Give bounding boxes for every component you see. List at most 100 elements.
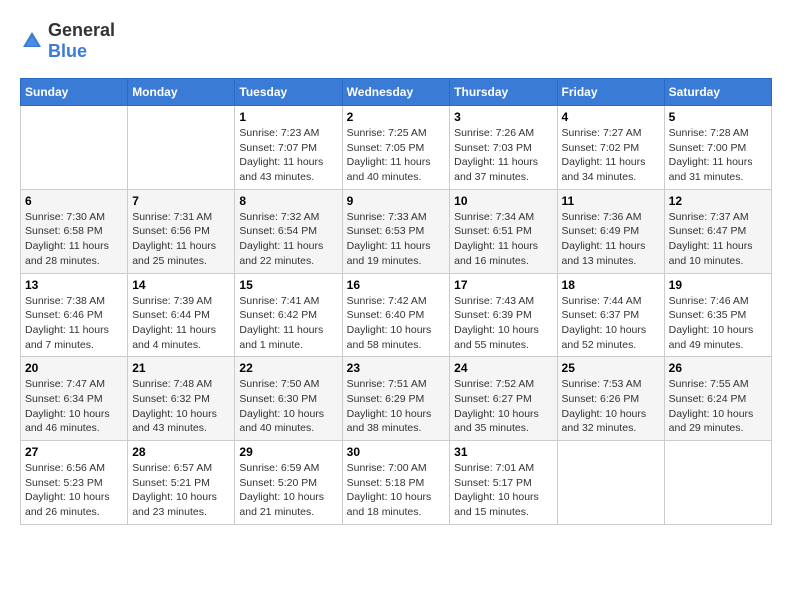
calendar-cell: 8 Sunrise: 7:32 AM Sunset: 6:54 PM Daylig…	[235, 189, 342, 273]
weekday-header-sunday: Sunday	[21, 79, 128, 106]
day-info: Sunrise: 7:55 AM Sunset: 6:24 PM Dayligh…	[669, 377, 767, 436]
calendar-week-row: 20 Sunrise: 7:47 AM Sunset: 6:34 PM Dayli…	[21, 357, 772, 441]
day-number: 9	[347, 194, 446, 208]
calendar-cell: 27 Sunrise: 6:56 AM Sunset: 5:23 PM Dayli…	[21, 441, 128, 525]
calendar-cell: 10Sunrise: 7:34 AM Sunset: 6:51 PM Dayli…	[450, 189, 557, 273]
day-info: Sunrise: 7:34 AM Sunset: 6:51 PM Dayligh…	[454, 210, 552, 269]
calendar-cell: 14 Sunrise: 7:39 AM Sunset: 6:44 PM Dayli…	[128, 273, 235, 357]
page-header: General Blue	[20, 20, 772, 62]
day-number: 18	[562, 278, 660, 292]
day-number: 20	[25, 361, 123, 375]
day-number: 7	[132, 194, 230, 208]
calendar-cell: 2 Sunrise: 7:25 AM Sunset: 7:05 PM Daylig…	[342, 106, 450, 190]
calendar-cell: 12Sunrise: 7:37 AM Sunset: 6:47 PM Dayli…	[664, 189, 771, 273]
weekday-header-saturday: Saturday	[664, 79, 771, 106]
day-number: 23	[347, 361, 446, 375]
calendar-cell: 11 Sunrise: 7:36 AM Sunset: 6:49 PM Dayli…	[557, 189, 664, 273]
calendar-cell: 21 Sunrise: 7:48 AM Sunset: 6:32 PM Dayli…	[128, 357, 235, 441]
day-info: Sunrise: 7:36 AM Sunset: 6:49 PM Dayligh…	[562, 210, 660, 269]
calendar-cell: 25 Sunrise: 7:53 AM Sunset: 6:26 PM Dayli…	[557, 357, 664, 441]
day-info: Sunrise: 7:48 AM Sunset: 6:32 PM Dayligh…	[132, 377, 230, 436]
calendar-cell	[664, 441, 771, 525]
day-number: 6	[25, 194, 123, 208]
calendar-cell: 30 Sunrise: 7:00 AM Sunset: 5:18 PM Dayli…	[342, 441, 450, 525]
day-number: 30	[347, 445, 446, 459]
logo-general: General	[48, 20, 115, 40]
calendar-cell: 24 Sunrise: 7:52 AM Sunset: 6:27 PM Dayli…	[450, 357, 557, 441]
day-info: Sunrise: 7:53 AM Sunset: 6:26 PM Dayligh…	[562, 377, 660, 436]
calendar-cell	[557, 441, 664, 525]
calendar-cell: 29Sunrise: 6:59 AM Sunset: 5:20 PM Dayli…	[235, 441, 342, 525]
weekday-header-thursday: Thursday	[450, 79, 557, 106]
calendar-cell: 4Sunrise: 7:27 AM Sunset: 7:02 PM Daylig…	[557, 106, 664, 190]
day-info: Sunrise: 7:50 AM Sunset: 6:30 PM Dayligh…	[239, 377, 337, 436]
calendar-cell: 3Sunrise: 7:26 AM Sunset: 7:03 PM Daylig…	[450, 106, 557, 190]
calendar-cell: 9 Sunrise: 7:33 AM Sunset: 6:53 PM Daylig…	[342, 189, 450, 273]
calendar-cell: 31Sunrise: 7:01 AM Sunset: 5:17 PM Dayli…	[450, 441, 557, 525]
weekday-header-tuesday: Tuesday	[235, 79, 342, 106]
day-number: 31	[454, 445, 552, 459]
day-number: 12	[669, 194, 767, 208]
day-info: Sunrise: 7:39 AM Sunset: 6:44 PM Dayligh…	[132, 294, 230, 353]
day-info: Sunrise: 7:47 AM Sunset: 6:34 PM Dayligh…	[25, 377, 123, 436]
calendar-cell: 26 Sunrise: 7:55 AM Sunset: 6:24 PM Dayli…	[664, 357, 771, 441]
day-info: Sunrise: 7:31 AM Sunset: 6:56 PM Dayligh…	[132, 210, 230, 269]
logo-icon	[20, 29, 44, 53]
day-number: 8	[239, 194, 337, 208]
day-info: Sunrise: 7:28 AM Sunset: 7:00 PM Dayligh…	[669, 126, 767, 185]
calendar-cell: 6 Sunrise: 7:30 AM Sunset: 6:58 PM Daylig…	[21, 189, 128, 273]
weekday-header-wednesday: Wednesday	[342, 79, 450, 106]
day-info: Sunrise: 7:38 AM Sunset: 6:46 PM Dayligh…	[25, 294, 123, 353]
day-info: Sunrise: 7:25 AM Sunset: 7:05 PM Dayligh…	[347, 126, 446, 185]
calendar-cell: 16 Sunrise: 7:42 AM Sunset: 6:40 PM Dayli…	[342, 273, 450, 357]
day-number: 5	[669, 110, 767, 124]
calendar-cell	[21, 106, 128, 190]
day-number: 16	[347, 278, 446, 292]
calendar-cell: 18 Sunrise: 7:44 AM Sunset: 6:37 PM Dayli…	[557, 273, 664, 357]
day-info: Sunrise: 6:56 AM Sunset: 5:23 PM Dayligh…	[25, 461, 123, 520]
day-number: 27	[25, 445, 123, 459]
day-number: 29	[239, 445, 337, 459]
day-info: Sunrise: 7:26 AM Sunset: 7:03 PM Dayligh…	[454, 126, 552, 185]
day-number: 15	[239, 278, 337, 292]
calendar-week-row: 6 Sunrise: 7:30 AM Sunset: 6:58 PM Daylig…	[21, 189, 772, 273]
day-info: Sunrise: 7:30 AM Sunset: 6:58 PM Dayligh…	[25, 210, 123, 269]
calendar-cell: 22 Sunrise: 7:50 AM Sunset: 6:30 PM Dayli…	[235, 357, 342, 441]
day-info: Sunrise: 7:44 AM Sunset: 6:37 PM Dayligh…	[562, 294, 660, 353]
day-number: 13	[25, 278, 123, 292]
calendar-cell: 15Sunrise: 7:41 AM Sunset: 6:42 PM Dayli…	[235, 273, 342, 357]
calendar-header-row: SundayMondayTuesdayWednesdayThursdayFrid…	[21, 79, 772, 106]
calendar-table: SundayMondayTuesdayWednesdayThursdayFrid…	[20, 78, 772, 525]
day-number: 1	[239, 110, 337, 124]
day-number: 2	[347, 110, 446, 124]
day-number: 21	[132, 361, 230, 375]
calendar-week-row: 1 Sunrise: 7:23 AM Sunset: 7:07 PM Daylig…	[21, 106, 772, 190]
day-number: 22	[239, 361, 337, 375]
calendar-week-row: 27 Sunrise: 6:56 AM Sunset: 5:23 PM Dayli…	[21, 441, 772, 525]
calendar-cell: 5 Sunrise: 7:28 AM Sunset: 7:00 PM Daylig…	[664, 106, 771, 190]
day-number: 26	[669, 361, 767, 375]
day-number: 24	[454, 361, 552, 375]
day-number: 14	[132, 278, 230, 292]
day-info: Sunrise: 7:00 AM Sunset: 5:18 PM Dayligh…	[347, 461, 446, 520]
day-info: Sunrise: 7:32 AM Sunset: 6:54 PM Dayligh…	[239, 210, 337, 269]
day-info: Sunrise: 7:23 AM Sunset: 7:07 PM Dayligh…	[239, 126, 337, 185]
weekday-header-friday: Friday	[557, 79, 664, 106]
weekday-header-monday: Monday	[128, 79, 235, 106]
day-info: Sunrise: 7:46 AM Sunset: 6:35 PM Dayligh…	[669, 294, 767, 353]
day-number: 4	[562, 110, 660, 124]
day-info: Sunrise: 7:42 AM Sunset: 6:40 PM Dayligh…	[347, 294, 446, 353]
day-number: 19	[669, 278, 767, 292]
day-info: Sunrise: 7:43 AM Sunset: 6:39 PM Dayligh…	[454, 294, 552, 353]
calendar-cell: 7 Sunrise: 7:31 AM Sunset: 6:56 PM Daylig…	[128, 189, 235, 273]
day-info: Sunrise: 7:52 AM Sunset: 6:27 PM Dayligh…	[454, 377, 552, 436]
calendar-cell: 19 Sunrise: 7:46 AM Sunset: 6:35 PM Dayli…	[664, 273, 771, 357]
calendar-cell: 20 Sunrise: 7:47 AM Sunset: 6:34 PM Dayli…	[21, 357, 128, 441]
day-info: Sunrise: 7:33 AM Sunset: 6:53 PM Dayligh…	[347, 210, 446, 269]
calendar-cell: 17Sunrise: 7:43 AM Sunset: 6:39 PM Dayli…	[450, 273, 557, 357]
calendar-cell: 23Sunrise: 7:51 AM Sunset: 6:29 PM Dayli…	[342, 357, 450, 441]
day-number: 11	[562, 194, 660, 208]
day-number: 25	[562, 361, 660, 375]
day-number: 28	[132, 445, 230, 459]
calendar-cell: 1 Sunrise: 7:23 AM Sunset: 7:07 PM Daylig…	[235, 106, 342, 190]
